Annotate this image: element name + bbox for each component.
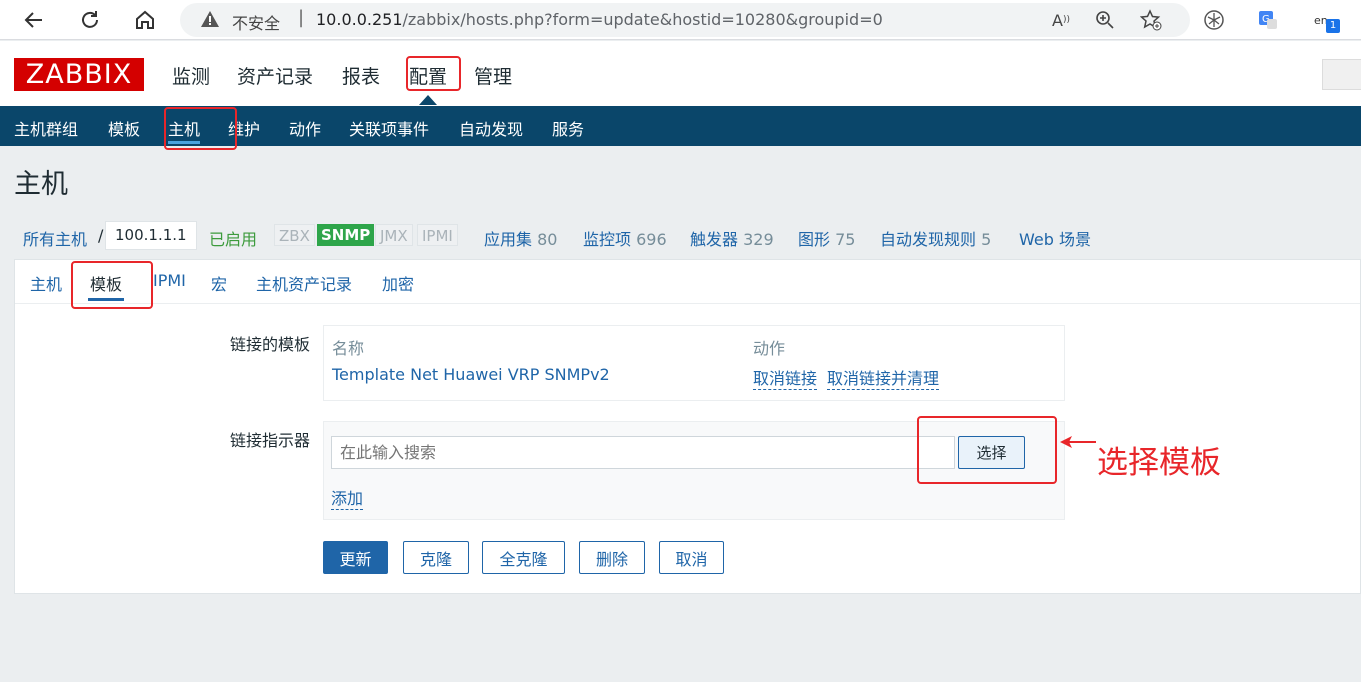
back-icon[interactable] <box>20 6 48 34</box>
discovery-rules-label: 自动发现规则 <box>880 230 977 249</box>
menu-inventory[interactable]: 资产记录 <box>237 62 313 89</box>
language-icon[interactable]: en 1 <box>1311 6 1340 34</box>
items-count: 696 <box>636 230 667 249</box>
menu-reports[interactable]: 报表 <box>342 62 380 89</box>
web-scenarios-link[interactable]: Web 场景 <box>1019 226 1091 250</box>
applications-label: 应用集 <box>484 230 533 249</box>
applications-count: 80 <box>537 230 558 249</box>
zoom-icon[interactable] <box>1091 6 1119 34</box>
annotation-box-select-button <box>917 416 1057 484</box>
template-name-link[interactable]: Template Net Huawei VRP SNMPv2 <box>332 365 610 384</box>
address-bar[interactable]: 不安全 | 10.0.0.251/zabbix/hosts.php?form=u… <box>180 3 1190 37</box>
tab-macros[interactable]: 宏 <box>211 271 227 295</box>
template-search-input[interactable] <box>331 436 955 469</box>
tab-inventory[interactable]: 主机资产记录 <box>256 271 352 295</box>
clone-button[interactable]: 克隆 <box>403 541 469 574</box>
url-host: 10.0.0.251 <box>316 10 403 29</box>
header-search-box[interactable] <box>1322 59 1361 90</box>
availability-ipmi: IPMI <box>417 224 458 246</box>
linked-templates-label: 链接的模板 <box>229 335 310 354</box>
triggers-label: 触发器 <box>690 230 739 249</box>
host-status[interactable]: 已启用 <box>209 226 257 250</box>
host-form-panel: 主机 模板 IPMI 宏 主机资产记录 加密 链接的模板 名称 动作 Templ… <box>14 259 1361 594</box>
menu-monitoring[interactable]: 监测 <box>172 62 210 89</box>
availability-zbx: ZBX <box>274 224 315 246</box>
discovery-rules-count: 5 <box>981 230 992 249</box>
refresh-icon[interactable] <box>76 6 104 34</box>
annotation-text: 选择模板 <box>1097 445 1221 481</box>
graphs-label: 图形 <box>798 230 831 249</box>
url-text: 10.0.0.251/zabbix/hosts.php?form=update&… <box>316 10 883 29</box>
annotation-box-hosts <box>164 107 237 150</box>
tab-encryption[interactable]: 加密 <box>382 271 414 295</box>
url-path: /zabbix/hosts.php?form=update&hostid=102… <box>402 10 883 29</box>
tab-host[interactable]: 主机 <box>30 271 62 295</box>
unlink-and-clear-link[interactable]: 取消链接并清理 <box>827 365 940 390</box>
current-host[interactable]: 100.1.1.1 <box>105 221 197 250</box>
applications-link[interactable]: 应用集 80 <box>484 226 557 250</box>
discovery-rules-link[interactable]: 自动发现规则 5 <box>880 226 991 250</box>
cancel-button[interactable]: 取消 <box>659 541 724 574</box>
form-tabs: 主机 模板 IPMI 宏 主机资产记录 加密 <box>15 260 1360 304</box>
subnav-event-correlation[interactable]: 关联项事件 <box>349 116 429 140</box>
favorite-add-icon[interactable] <box>1137 6 1165 34</box>
triggers-link[interactable]: 触发器 329 <box>690 226 774 250</box>
subnav-actions[interactable]: 动作 <box>289 116 321 140</box>
all-hosts-link[interactable]: 所有主机 <box>23 226 87 250</box>
delete-button[interactable]: 删除 <box>579 541 645 574</box>
breadcrumb-separator: / <box>98 226 104 245</box>
column-name: 名称 <box>332 339 365 358</box>
triggers-count: 329 <box>743 230 774 249</box>
read-aloud-icon[interactable]: A)) <box>1047 6 1075 34</box>
annotation-box-templates-tab <box>71 261 153 309</box>
zabbix-logo[interactable]: ZABBIX <box>14 58 144 91</box>
annotation-arrow-icon <box>1060 436 1096 448</box>
linked-templates-table: 名称 动作 Template Net Huawei VRP SNMPv2 取消链… <box>323 325 1065 401</box>
graphs-count: 75 <box>835 230 856 249</box>
items-label: 监控项 <box>583 230 632 249</box>
extension-icon[interactable] <box>1200 6 1228 34</box>
tab-ipmi[interactable]: IPMI <box>153 271 186 290</box>
insecure-label: 不安全 <box>232 14 281 33</box>
subnav-templates[interactable]: 模板 <box>108 116 140 140</box>
menu-administration[interactable]: 管理 <box>474 62 512 89</box>
link-indicator-label: 链接指示器 <box>229 431 310 450</box>
browser-toolbar: 不安全 | 10.0.0.251/zabbix/hosts.php?form=u… <box>0 0 1361 40</box>
availability-jmx: JMX <box>375 224 413 246</box>
zabbix-header: ZABBIX 监测 资产记录 报表 配置 管理 <box>0 41 1361 106</box>
warning-icon <box>200 9 220 33</box>
items-link[interactable]: 监控项 696 <box>583 226 667 250</box>
graphs-link[interactable]: 图形 75 <box>798 226 855 250</box>
availability-snmp: SNMP <box>317 224 375 246</box>
full-clone-button[interactable]: 全克隆 <box>482 541 565 574</box>
subnav-discovery[interactable]: 自动发现 <box>459 116 523 140</box>
subnav-host-groups[interactable]: 主机群组 <box>14 116 78 140</box>
host-navigation: 所有主机 / 100.1.1.1 已启用 ZBX SNMP JMX IPMI 应… <box>14 213 1361 259</box>
update-button[interactable]: 更新 <box>323 541 388 574</box>
translate-icon[interactable]: G <box>1254 6 1282 34</box>
badge-count: 1 <box>1326 19 1340 33</box>
address-separator: | <box>298 7 305 28</box>
column-action: 动作 <box>753 339 786 358</box>
page-title: 主机 <box>14 169 68 200</box>
annotation-box-configuration <box>406 56 461 91</box>
add-template-link[interactable]: 添加 <box>331 485 364 510</box>
subnav-services[interactable]: 服务 <box>552 116 584 140</box>
unlink-link[interactable]: 取消链接 <box>753 365 818 390</box>
home-icon[interactable] <box>131 6 159 34</box>
